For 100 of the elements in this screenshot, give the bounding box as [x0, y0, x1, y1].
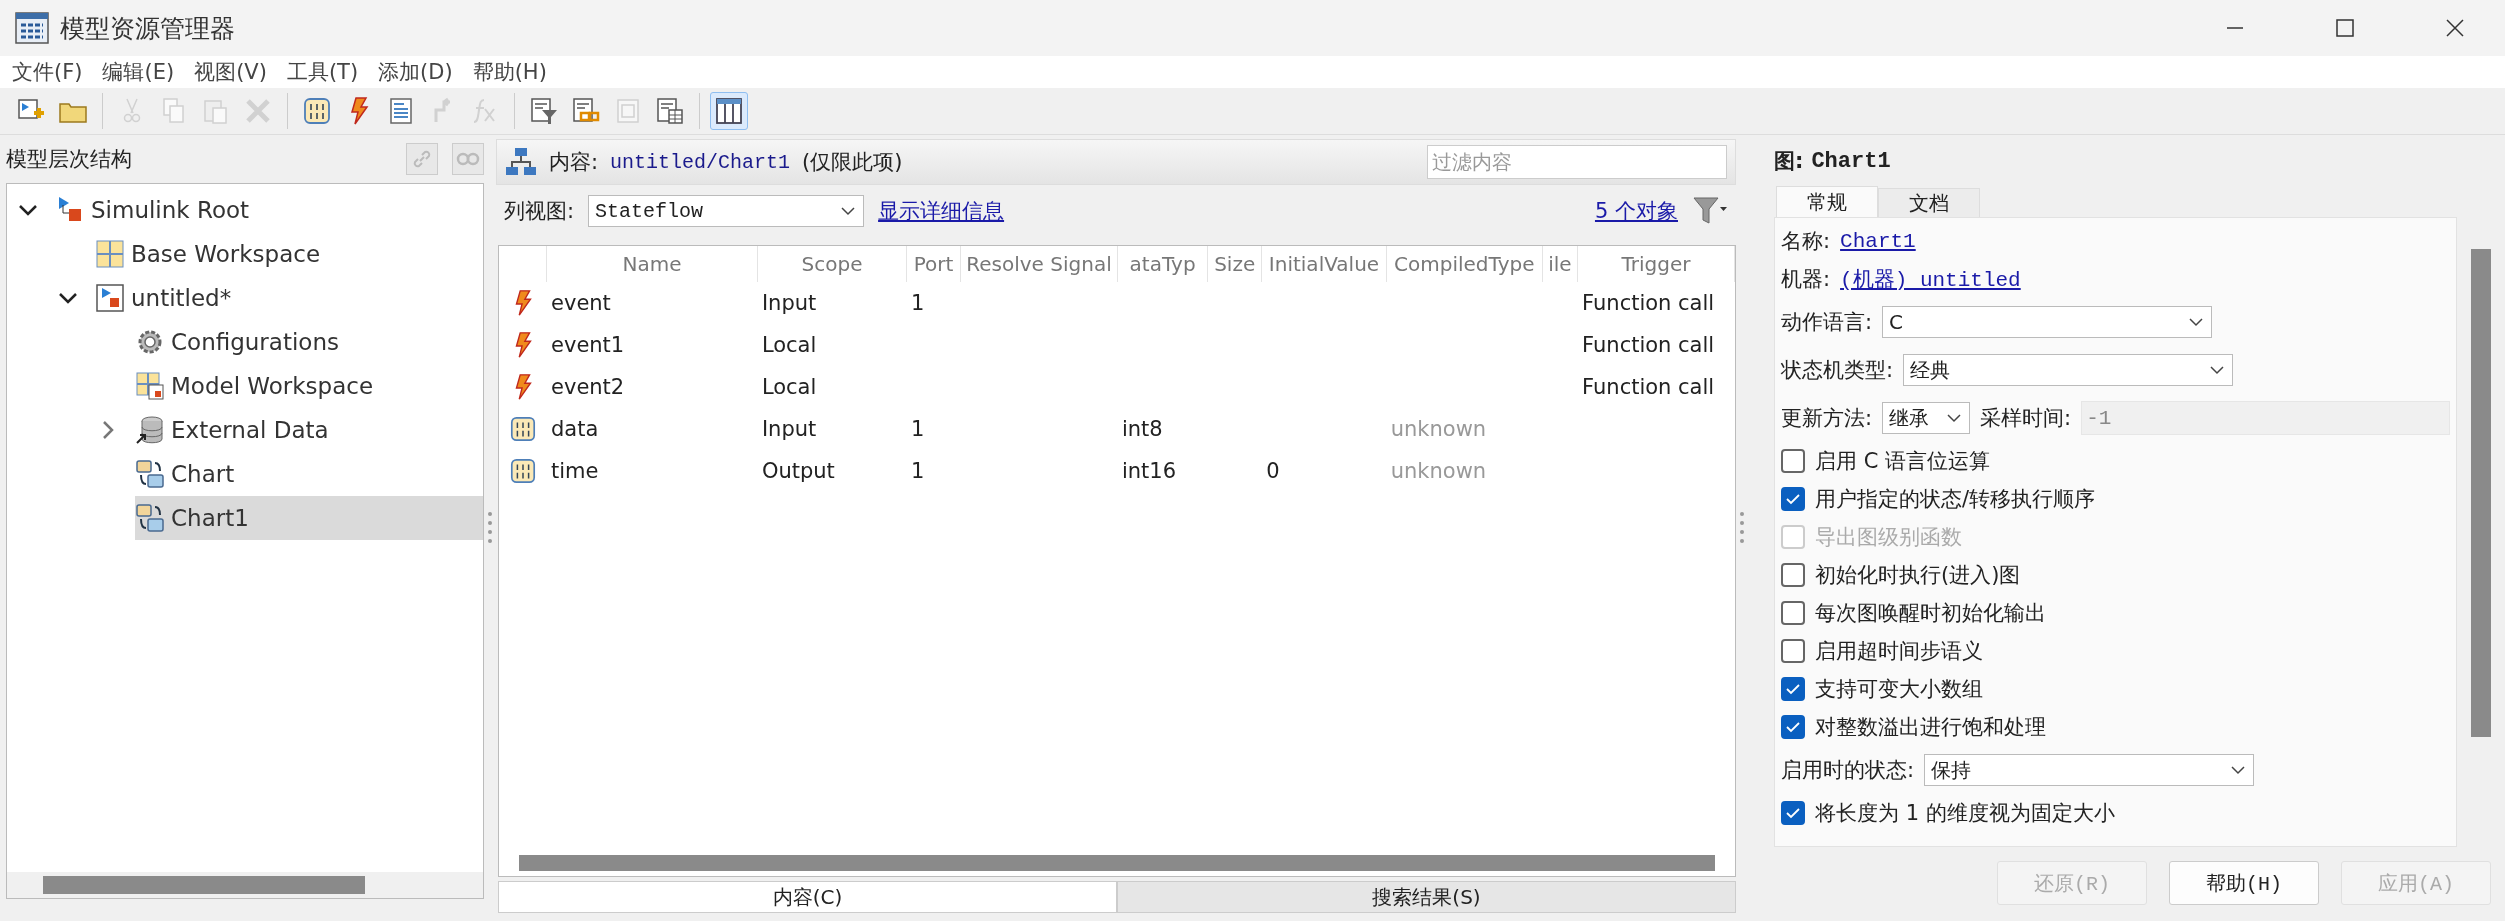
checkbox[interactable] [1781, 487, 1805, 511]
column-header[interactable]: Size [1208, 246, 1263, 282]
tab[interactable]: 内容(C) [498, 881, 1117, 913]
binary-data-icon [509, 415, 537, 443]
chart-icon [135, 503, 165, 533]
field-label: 更新方法: [1781, 405, 1873, 432]
menu-item[interactable]: 工具(T) [280, 58, 373, 86]
database-icon [135, 415, 165, 445]
splitter-grip-icon[interactable] [1740, 510, 1744, 546]
scrollbar-thumb[interactable] [2471, 249, 2491, 737]
splitter-grip-icon[interactable] [488, 510, 492, 546]
menu-item[interactable]: 视图(V) [188, 58, 281, 86]
tree-item[interactable]: Base Workspace [95, 232, 483, 276]
column-header[interactable]: Trigger [1578, 246, 1735, 282]
column-header[interactable]: Name [547, 246, 758, 282]
model-icon [95, 283, 125, 313]
field-label: 名称: [1781, 228, 1831, 255]
column-header[interactable]: Port [907, 246, 962, 282]
column-header[interactable]: Resolve Signal [961, 246, 1118, 282]
table-cell: Function call [1582, 375, 1715, 399]
table-cell: Function call [1582, 291, 1715, 315]
dropdown[interactable]: 经典 [1903, 354, 2234, 386]
content-label: 内容: [549, 149, 599, 176]
table-cell: Function call [1582, 333, 1715, 357]
table-cell: Local [761, 333, 817, 357]
table-cell: event2 [551, 375, 625, 399]
checkbox[interactable] [1781, 715, 1805, 739]
column-header[interactable]: ile [1542, 246, 1579, 282]
table-cell: event1 [551, 333, 625, 357]
checkbox[interactable] [1781, 677, 1805, 701]
filter-icon[interactable] [1692, 195, 1728, 227]
check-icon [1785, 491, 1801, 507]
checkbox[interactable] [1781, 449, 1805, 473]
table-cell: 1 [910, 459, 925, 483]
column-header[interactable]: InitialValue [1262, 246, 1387, 282]
table-cell: Input [761, 417, 817, 441]
count-link[interactable]: 5 个对象 [1594, 197, 1678, 225]
checkbox-label: 每次图唤醒时初始化输出 [1815, 600, 2046, 627]
check-icon [1785, 681, 1801, 697]
table-cell: unknown [1390, 459, 1487, 483]
check-icon [1785, 719, 1801, 735]
checkbox-label: 初始化时执行(进入)图 [1815, 562, 2021, 589]
view-label: 列视图: [504, 198, 575, 225]
model-workspace-icon [135, 371, 165, 401]
columns-icon[interactable] [710, 92, 748, 130]
menu-item[interactable]: 编辑(E) [96, 58, 189, 86]
checkbox[interactable] [1781, 563, 1805, 587]
table-cell: time [551, 459, 599, 483]
checkbox[interactable] [1781, 639, 1805, 663]
table-cell: unknown [1390, 417, 1487, 441]
table-cell: 1 [910, 291, 925, 315]
property-link[interactable]: Chart1 [1840, 229, 1916, 253]
tree-item[interactable]: Chart1 [135, 496, 483, 540]
scope-note: (仅限此项) [802, 149, 903, 176]
details-link[interactable]: 显示详细信息 [878, 197, 1005, 225]
checkbox[interactable] [1781, 801, 1805, 825]
column-header[interactable]: ataTyp [1117, 246, 1209, 282]
scrollbar-thumb[interactable] [519, 855, 1715, 871]
tree-item[interactable]: untitled* [95, 276, 483, 320]
table-cell: Output [761, 459, 835, 483]
table-cell: data [551, 417, 599, 441]
tab[interactable]: 常规 [1776, 186, 1878, 217]
panel-title-label: 图: [1774, 148, 1804, 175]
menu-item[interactable]: 帮助(H) [466, 58, 561, 86]
window-title: 模型资源管理器 [60, 12, 236, 45]
tree-item[interactable]: Configurations [135, 320, 483, 364]
property-link[interactable]: (机器) untitled [1840, 265, 2021, 293]
hierarchy-icon [505, 147, 537, 177]
checkbox-label: 对整数溢出进行饱和处理 [1815, 714, 2046, 741]
checkbox[interactable] [1781, 601, 1805, 625]
panel-title: 模型层次结构 [6, 146, 133, 173]
dropdown[interactable]: 保持 [1924, 754, 2255, 786]
dropdown[interactable]: C [1882, 306, 2213, 338]
menu-item[interactable]: 添加(D) [372, 58, 467, 86]
checkbox-label: 启用 C 语言位运算 [1815, 448, 1990, 475]
tab[interactable]: 文档 [1878, 188, 1980, 217]
filter-field[interactable]: 过滤内容 [1427, 145, 1727, 179]
menu-item[interactable]: 文件(F) [6, 58, 97, 86]
checkbox-label: 用户指定的状态/转移执行顺序 [1815, 486, 2096, 513]
table-cell: event [551, 291, 611, 315]
field-label: 动作语言: [1781, 309, 1873, 336]
tree-item[interactable]: Chart [135, 452, 483, 496]
dialog-button[interactable]: 帮助(H) [2169, 861, 2319, 905]
tree-item[interactable]: Model Workspace [135, 364, 483, 408]
scrollbar-thumb[interactable] [43, 876, 365, 894]
dropdown[interactable]: 继承 [1882, 402, 1971, 434]
panel-title: Chart1 [1811, 148, 1891, 174]
table-cell: int16 [1121, 459, 1176, 483]
table-cell: 1 [910, 417, 925, 441]
tree-item[interactable]: External Data [135, 408, 483, 452]
table-window-icon [14, 10, 50, 46]
view-dropdown[interactable]: Stateflow [588, 195, 865, 227]
tree-item[interactable]: Simulink Root [55, 188, 483, 232]
check-icon [1785, 805, 1801, 821]
field-label: 采样时间: [1980, 405, 2072, 432]
chart-icon [135, 459, 165, 489]
tab[interactable]: 搜索结果(S) [1117, 881, 1736, 913]
checkbox-label: 将长度为 1 的维度视为固定大小 [1815, 800, 2115, 827]
column-header[interactable]: CompiledType [1386, 246, 1543, 282]
column-header[interactable]: Scope [757, 246, 908, 282]
